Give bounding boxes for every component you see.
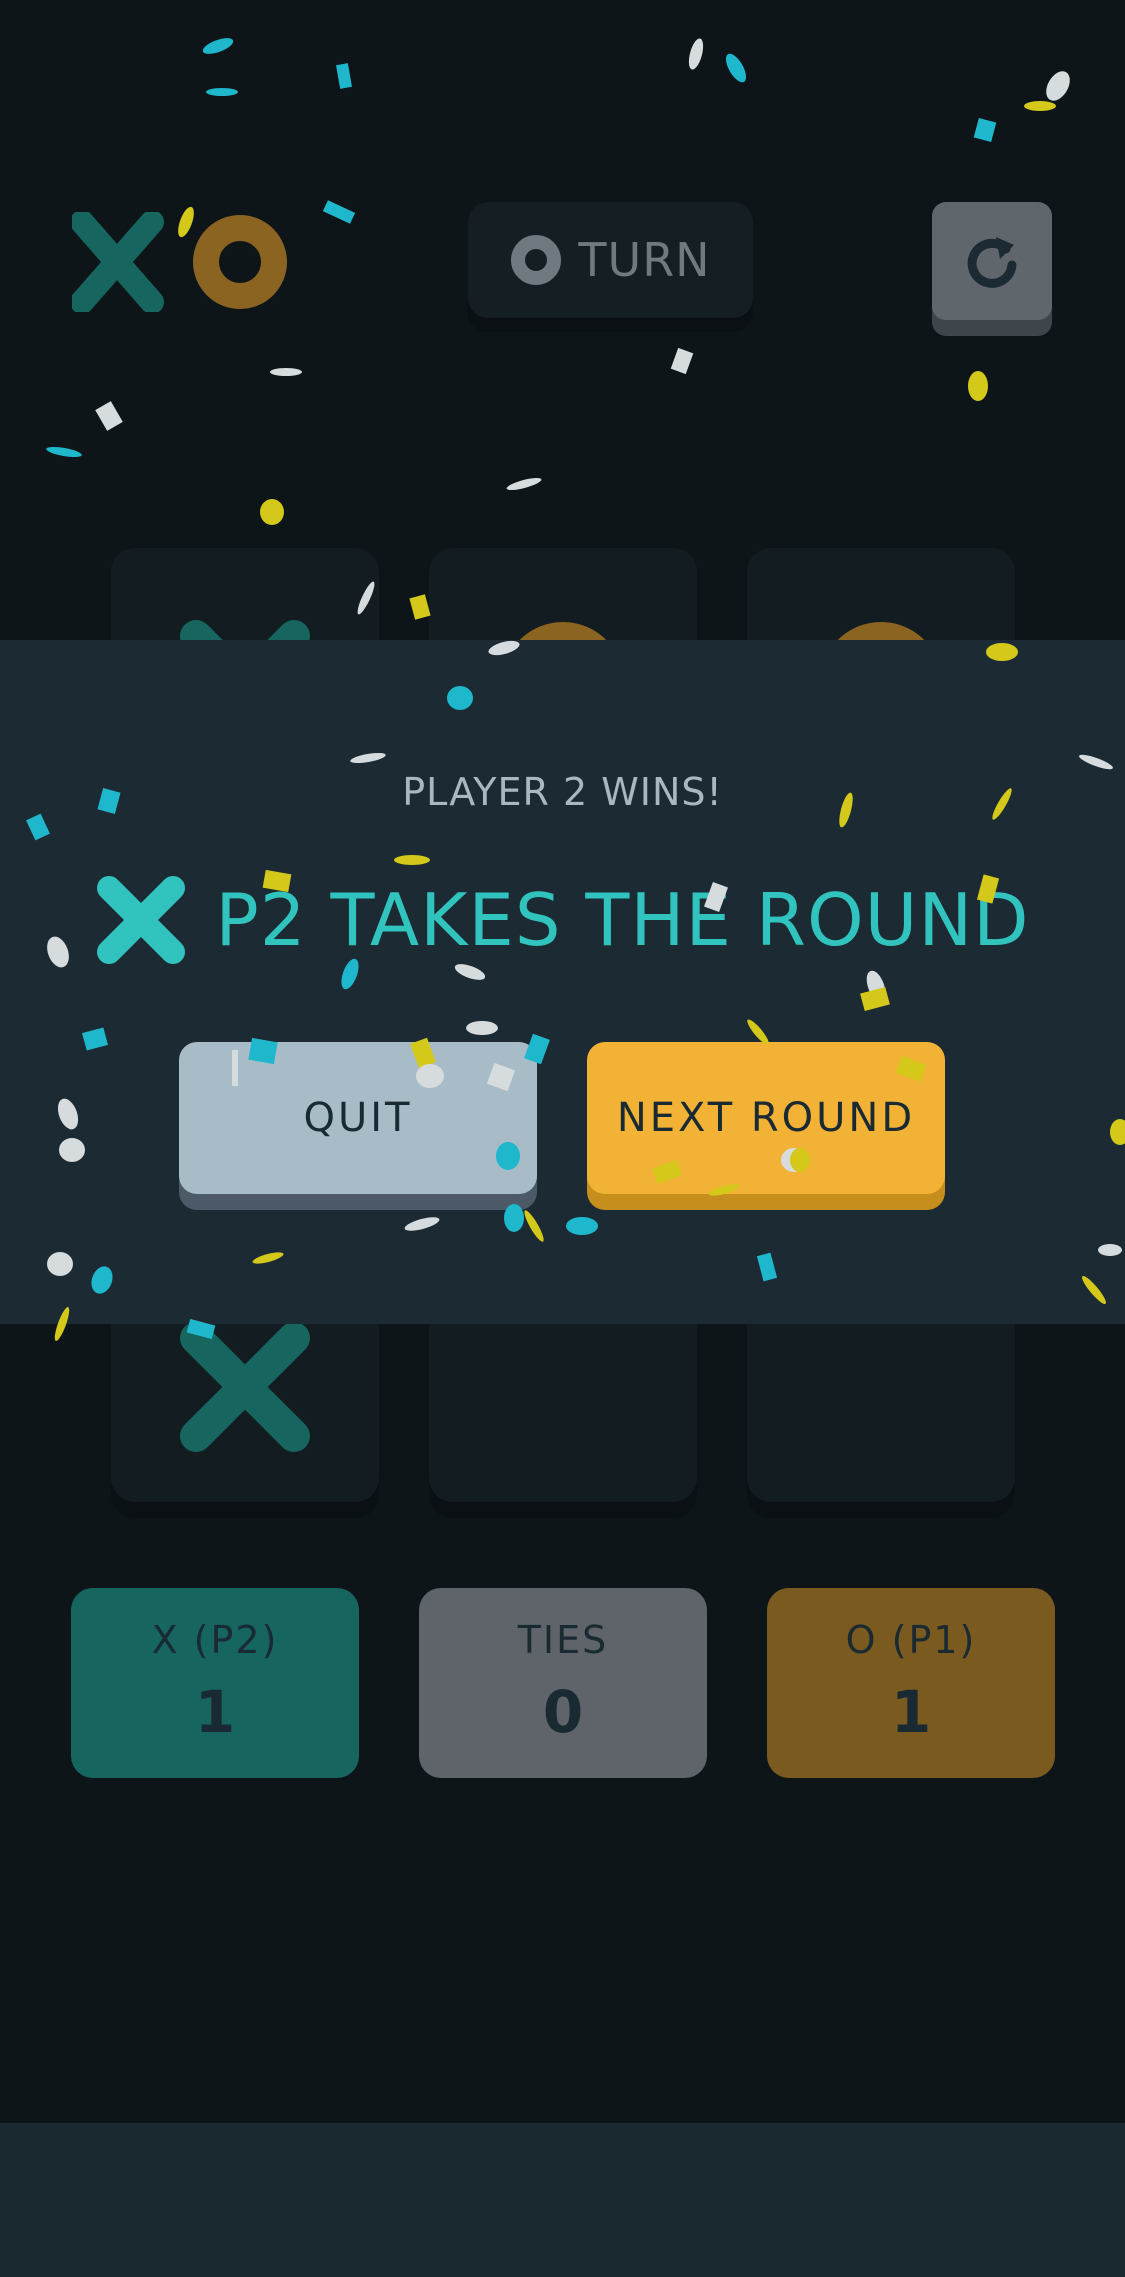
game-screen: TURN PLAYER 2 WINS! P2 TAKES THE ROUND Q… xyxy=(0,0,1125,2277)
x-mark-icon xyxy=(97,876,186,964)
next-round-button[interactable]: NEXT ROUND xyxy=(587,1042,945,1194)
result-subtitle: PLAYER 2 WINS! xyxy=(402,770,723,814)
result-overlay: PLAYER 2 WINS! P2 TAKES THE ROUND QUIT N… xyxy=(0,640,1125,1324)
score-label-x: X (P2) xyxy=(151,1618,279,1662)
quit-button[interactable]: QUIT xyxy=(179,1042,537,1194)
score-label-ties: TIES xyxy=(517,1618,609,1662)
o-mark-icon xyxy=(511,235,562,285)
score-value-ties: 0 xyxy=(542,1678,584,1746)
o-mark-icon xyxy=(193,215,287,309)
score-value-x: 1 xyxy=(194,1678,236,1746)
score-card-o: O (P1) 1 xyxy=(767,1588,1055,1778)
result-title: P2 TAKES THE ROUND xyxy=(0,874,1125,966)
turn-label: TURN xyxy=(578,233,711,287)
x-mark-icon xyxy=(180,1322,310,1452)
x-mark-icon xyxy=(72,212,164,312)
restart-button[interactable] xyxy=(932,202,1052,320)
score-card-x: X (P2) 1 xyxy=(71,1588,359,1778)
score-value-o: 1 xyxy=(890,1678,932,1746)
result-title-text: P2 TAKES THE ROUND xyxy=(215,878,1030,962)
restart-icon xyxy=(967,237,1017,288)
logo xyxy=(72,212,287,312)
score-label-o: O (P1) xyxy=(845,1618,977,1662)
bottom-bar xyxy=(0,2123,1125,2277)
turn-indicator: TURN xyxy=(468,202,753,318)
score-card-ties: TIES 0 xyxy=(419,1588,707,1778)
